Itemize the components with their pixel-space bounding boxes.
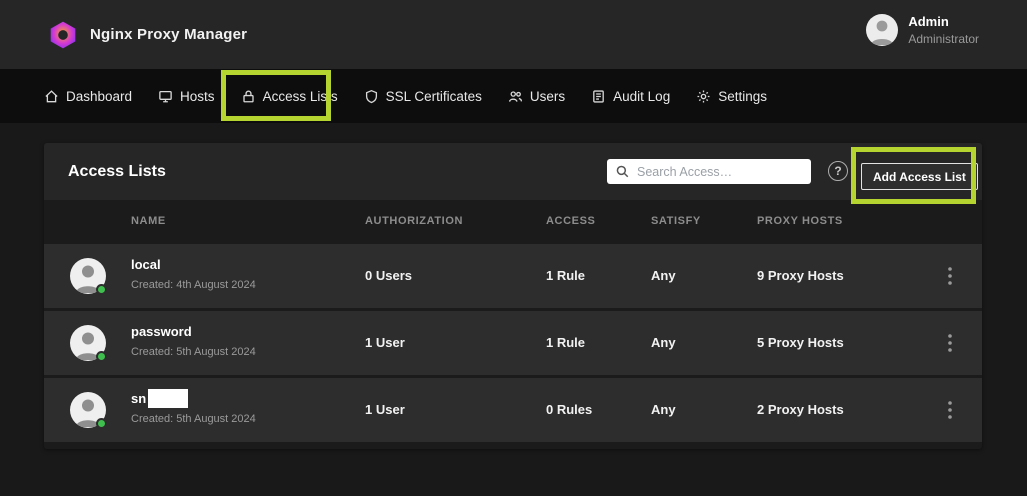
panel-title: Access Lists <box>68 163 166 181</box>
top-bar: Nginx Proxy Manager Admin Administrator <box>0 0 1027 69</box>
access-lists-panel: Access Lists ? Add Access List NAME AUTH… <box>44 143 982 449</box>
lock-icon <box>241 89 256 104</box>
app-window: Nginx Proxy Manager Admin Administrator … <box>0 0 1027 496</box>
user-role: Administrator <box>908 31 979 47</box>
search-icon <box>615 164 630 179</box>
nav-item-settings[interactable]: Settings <box>696 89 767 104</box>
column-header-access: ACCESS <box>546 215 595 227</box>
access-list-created: Created: 5th August 2024 <box>131 411 256 428</box>
cell-access: 1 Rule <box>546 335 585 350</box>
gear-icon <box>696 89 711 104</box>
add-access-list-button[interactable]: Add Access List <box>861 163 978 190</box>
cell-proxy-hosts: 5 Proxy Hosts <box>757 335 844 350</box>
nav-label: Hosts <box>180 89 215 104</box>
cell-proxy-hosts: 9 Proxy Hosts <box>757 268 844 283</box>
column-header-authorization: AUTHORIZATION <box>365 215 463 227</box>
cell-satisfy: Any <box>651 268 676 283</box>
book-icon <box>591 89 606 104</box>
nav-item-users[interactable]: Users <box>508 89 565 104</box>
nav-item-dashboard[interactable]: Dashboard <box>44 89 132 104</box>
access-list-created: Created: 4th August 2024 <box>131 277 256 294</box>
user-avatar <box>866 14 898 46</box>
status-dot-online <box>96 418 107 429</box>
status-dot-online <box>96 351 107 362</box>
cell-authorization: 0 Users <box>365 268 412 283</box>
nav-label: Settings <box>718 89 767 104</box>
table-row: local Created: 4th August 2024 0 Users 1… <box>44 244 982 308</box>
nav-label: Dashboard <box>66 89 132 104</box>
nav-item-access-lists[interactable]: Access Lists <box>241 89 338 104</box>
nav-label: SSL Certificates <box>386 89 482 104</box>
monitor-icon <box>158 89 173 104</box>
row-menu-kebab-icon[interactable] <box>940 262 960 290</box>
main-nav: Dashboard Hosts Access Lists SSL Certifi… <box>0 69 1027 123</box>
cell-authorization: 1 User <box>365 402 405 417</box>
user-name: Admin <box>908 13 979 31</box>
access-list-name: local <box>131 255 161 275</box>
cell-authorization: 1 User <box>365 335 405 350</box>
help-icon[interactable]: ? <box>828 161 848 181</box>
cell-access: 1 Rule <box>546 268 585 283</box>
nav-item-hosts[interactable]: Hosts <box>158 89 215 104</box>
table-header: NAME AUTHORIZATION ACCESS SATISFY PROXY … <box>44 200 982 244</box>
access-list-name: password <box>131 322 192 342</box>
user-menu[interactable]: Admin Administrator <box>866 13 979 47</box>
nav-label: Access Lists <box>263 89 338 104</box>
home-icon <box>44 89 59 104</box>
table-row: sn Created: 5th August 2024 1 User 0 Rul… <box>44 378 982 442</box>
status-dot-online <box>96 284 107 295</box>
app-logo-icon <box>48 20 78 50</box>
nav-label: Users <box>530 89 565 104</box>
app-title: Nginx Proxy Manager <box>90 26 247 43</box>
cell-satisfy: Any <box>651 402 676 417</box>
search-input[interactable] <box>607 159 811 184</box>
access-list-created: Created: 5th August 2024 <box>131 344 256 361</box>
column-header-name: NAME <box>131 215 166 227</box>
search-box <box>607 159 811 184</box>
row-menu-kebab-icon[interactable] <box>940 329 960 357</box>
table-body: local Created: 4th August 2024 0 Users 1… <box>44 244 982 449</box>
panel-header: Access Lists ? Add Access List <box>44 143 982 200</box>
cell-satisfy: Any <box>651 335 676 350</box>
nav-label: Audit Log <box>613 89 670 104</box>
users-icon <box>508 89 523 104</box>
redaction-box <box>148 389 188 408</box>
cell-proxy-hosts: 2 Proxy Hosts <box>757 402 844 417</box>
table-row: password Created: 5th August 2024 1 User… <box>44 311 982 375</box>
column-header-satisfy: SATISFY <box>651 215 701 227</box>
shield-icon <box>364 89 379 104</box>
row-menu-kebab-icon[interactable] <box>940 396 960 424</box>
cell-access: 0 Rules <box>546 402 592 417</box>
access-list-name: sn <box>131 389 146 409</box>
nav-item-ssl-certificates[interactable]: SSL Certificates <box>364 89 482 104</box>
column-header-proxy-hosts: PROXY HOSTS <box>757 215 843 227</box>
nav-item-audit-log[interactable]: Audit Log <box>591 89 670 104</box>
